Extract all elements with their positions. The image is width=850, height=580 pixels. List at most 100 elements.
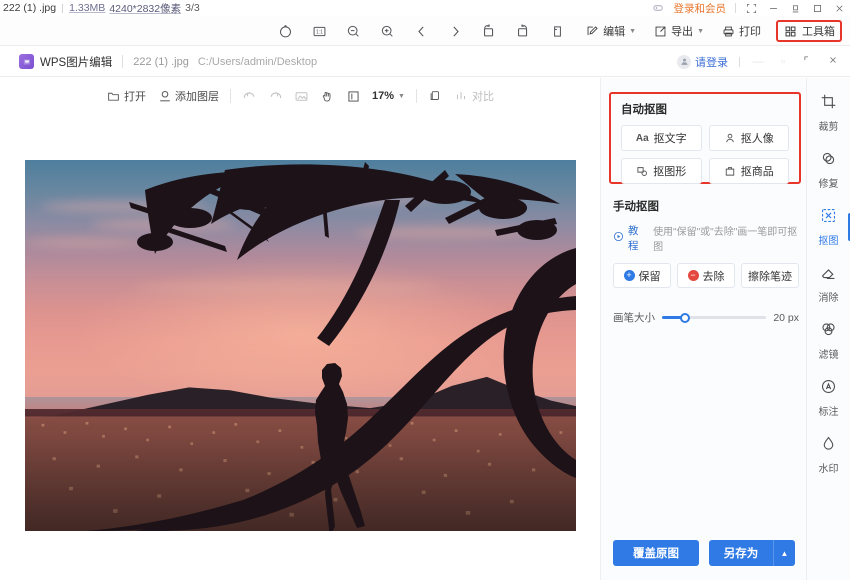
pin-icon[interactable] — [652, 2, 665, 15]
divider — [735, 3, 736, 13]
rotate-icon[interactable] — [275, 21, 295, 41]
compare-button[interactable]: 对比 — [454, 88, 494, 104]
cutout-icon — [820, 207, 837, 229]
fit-screen-icon[interactable] — [346, 89, 361, 104]
actual-size-icon[interactable]: 1:1 — [309, 21, 329, 41]
repair-icon — [820, 150, 837, 172]
save-as-button[interactable]: 另存为 — [709, 540, 773, 566]
cutout-shape-button[interactable]: 抠图形 — [621, 158, 702, 184]
maximize-icon[interactable] — [811, 2, 824, 15]
page-counter: 3/3 — [185, 2, 200, 14]
hand-icon[interactable] — [320, 89, 335, 104]
keep-button[interactable]: + 保留 — [613, 263, 671, 288]
avatar[interactable] — [677, 54, 691, 69]
restore-icon[interactable] — [801, 55, 815, 68]
manual-action-buttons: + 保留 − 去除 擦除笔迹 — [613, 263, 799, 288]
zoom-value: 17% — [372, 90, 395, 102]
print-button[interactable]: 打印 — [719, 20, 763, 42]
copy-icon[interactable] — [428, 89, 443, 104]
annotate-icon — [820, 378, 837, 400]
minimize-icon[interactable] — [767, 2, 780, 15]
zoom-in-icon[interactable] — [377, 21, 397, 41]
cutout-shape-label: 抠图形 — [653, 166, 687, 178]
manual-hint: 使用"保留"或"去除"画一笔即可抠图 — [653, 227, 798, 253]
overwrite-original-button[interactable]: 覆盖原图 — [613, 540, 699, 566]
toolbox-label: 工具箱 — [802, 26, 835, 38]
erase-icon — [820, 264, 837, 286]
slider-knob[interactable] — [679, 312, 690, 323]
rotate-right-icon[interactable] — [513, 21, 533, 41]
maximize-icon[interactable]: ▫ — [776, 56, 790, 68]
rail-item-cutout[interactable]: 抠图 — [807, 204, 850, 250]
open-label: 打开 — [124, 91, 147, 103]
delete-icon[interactable] — [547, 21, 567, 41]
tutorial-link[interactable]: 教程 — [613, 223, 647, 253]
chevron-down-icon: ▼ — [629, 27, 637, 35]
panel-footer-actions: 覆盖原图 另存为 ▲ — [613, 540, 795, 566]
zoom-level-selector[interactable]: 17% ▼ — [372, 90, 405, 102]
rail-label: 修复 — [818, 179, 839, 190]
cutout-portrait-button[interactable]: 抠人像 — [708, 125, 789, 151]
rail-item-erase[interactable]: 消除 — [807, 261, 850, 307]
prev-image-icon[interactable] — [411, 21, 431, 41]
rail-label: 抠图 — [818, 236, 839, 247]
rail-label: 滤镜 — [818, 350, 839, 361]
folder-open-icon — [106, 89, 121, 104]
tool-rail: 裁剪 修复 抠图 消除 滤镜 标注 水印 — [806, 78, 850, 580]
brush-size-slider[interactable]: 画笔大小 20 px — [613, 310, 799, 325]
tree-and-person-silhouette — [84, 162, 576, 531]
rail-item-repair[interactable]: 修复 — [807, 147, 850, 193]
printer-icon — [721, 24, 736, 39]
add-layer-icon — [157, 89, 172, 104]
cutout-text-button[interactable]: Aa 抠文字 — [621, 125, 702, 151]
edit-button[interactable]: 编辑 ▼ — [583, 20, 638, 42]
manual-cutout-title: 手动抠图 — [613, 201, 659, 213]
rail-item-filter[interactable]: 滤镜 — [807, 318, 850, 364]
undo-icon[interactable] — [242, 89, 257, 104]
restore-icon[interactable] — [789, 2, 802, 15]
open-button[interactable]: 打开 — [106, 88, 146, 104]
add-layer-button[interactable]: 添加图层 — [157, 88, 219, 104]
toolbox-button[interactable]: 工具箱 — [776, 20, 842, 42]
photo-image[interactable] — [24, 160, 576, 531]
save-as-split-button: 另存为 ▲ — [709, 540, 795, 566]
cutout-product-button[interactable]: 抠商品 — [708, 158, 789, 184]
fit-window-icon[interactable] — [745, 2, 758, 15]
slider-track[interactable] — [662, 312, 767, 323]
rail-item-annotate[interactable]: 标注 — [807, 375, 850, 421]
minimize-icon[interactable]: — — [751, 56, 765, 68]
erase-strokes-button[interactable]: 擦除笔迹 — [741, 263, 799, 288]
redo-icon[interactable] — [268, 89, 283, 104]
add-layer-label: 添加图层 — [175, 91, 220, 103]
document-window-controls: 请登录 — ▫ — [677, 54, 840, 70]
image-icon[interactable] — [294, 89, 309, 104]
image-canvas-area[interactable] — [0, 114, 600, 580]
chevron-up-icon[interactable]: ▲ — [773, 540, 795, 566]
filter-icon — [820, 321, 837, 343]
remove-label: 去除 — [702, 270, 725, 283]
main-toolbar: 1:1 编辑 ▼ 导出 ▼ 打印 工具箱 — [0, 16, 850, 46]
wps-image-editor-window: 222 (1) .jpg 1.33MB 4240*2832像素 3/3 登录和会… — [0, 0, 850, 580]
product-cutout-icon — [724, 165, 736, 177]
plus-circle-icon: + — [623, 270, 635, 281]
wps-logo-icon — [19, 54, 34, 69]
zoom-out-icon[interactable] — [343, 21, 363, 41]
cutout-text-label: 抠文字 — [653, 133, 687, 145]
next-image-icon[interactable] — [445, 21, 465, 41]
close-icon[interactable] — [833, 2, 846, 15]
rotate-left-icon[interactable] — [479, 21, 499, 41]
shape-cutout-icon — [636, 165, 648, 177]
rail-label: 水印 — [818, 464, 839, 475]
rail-item-watermark[interactable]: 水印 — [807, 432, 850, 478]
minus-circle-icon: − — [687, 270, 699, 281]
export-button[interactable]: 导出 ▼ — [651, 20, 706, 42]
host-login-label[interactable]: 登录和会员 — [674, 1, 727, 16]
text-cutout-icon: Aa — [635, 132, 649, 144]
login-link[interactable]: 请登录 — [695, 54, 728, 70]
remove-button[interactable]: − 去除 — [677, 263, 735, 288]
file-size[interactable]: 1.33MB — [69, 2, 105, 14]
image-dimensions[interactable]: 4240*2832像素 — [109, 1, 181, 16]
close-icon[interactable] — [826, 55, 840, 68]
rail-item-crop[interactable]: 裁剪 — [807, 90, 850, 136]
host-window-controls: 登录和会员 — [652, 0, 847, 16]
